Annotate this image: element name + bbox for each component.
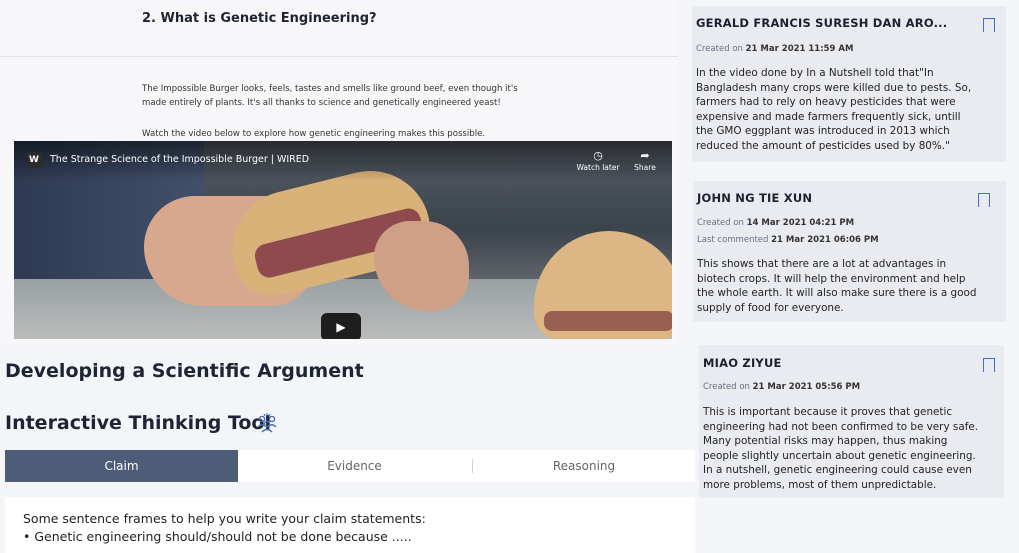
tool-heading: Interactive Thinking Tool [5,412,271,434]
tab-reasoning[interactable]: Reasoning [473,450,695,482]
comment-body: In the video done by In a Nutshell told … [696,67,972,152]
lesson-panel: 2. What is Genetic Engineering? The Impo… [0,0,678,345]
lesson-heading: 2. What is Genetic Engineering? [142,11,377,26]
comment-body: This shows that there are a lot at advan… [697,258,977,314]
claim-sentence-frame: • Genetic engineering should/should not … [23,529,412,544]
bookmark-icon[interactable] [983,18,995,32]
claim-intro: Some sentence frames to help you write y… [23,511,426,526]
comment-body: This is important because it proves that… [703,406,979,491]
argument-tabs: Claim Evidence Reasoning [5,450,695,482]
comment-author[interactable]: MIAO ZIYUE [703,356,782,370]
lesson-paragraph-line: The Impossible Burger looks, feels, tast… [142,84,518,94]
lesson-paragraph: Watch the video below to explore how gen… [142,129,486,139]
video-second-burger-filling [544,311,672,331]
play-icon: ▶ [336,320,346,334]
watch-later-label: Watch later [576,163,620,172]
thinking-people-icon [256,412,278,434]
comment-created: Created on 14 Mar 2021 04:21 PM [697,218,855,228]
comment-author[interactable]: GERALD FRANCIS SURESH DAN ARO... [696,16,947,30]
share-label: Share [634,163,656,172]
play-button[interactable]: ▶ [321,313,361,339]
tab-evidence[interactable]: Evidence [238,450,471,482]
tab-claim[interactable]: Claim [5,450,238,482]
channel-logo[interactable]: W [26,152,42,168]
divider [0,56,678,57]
comment-card[interactable]: MIAO ZIYUE Created on 21 Mar 2021 05:56 … [699,345,1004,498]
comment-created: Created on 21 Mar 2021 11:59 AM [696,44,854,54]
comment-last-commented: Last commented 21 Mar 2021 06:06 PM [697,235,879,245]
share-arrow-icon: ➦ [640,149,650,162]
share-button[interactable]: ➦ Share [615,149,672,172]
claim-panel: Some sentence frames to help you write y… [5,497,695,553]
comment-card[interactable]: GERALD FRANCIS SURESH DAN ARO... Created… [692,6,1006,162]
comment-created: Created on 21 Mar 2021 05:56 PM [703,382,861,392]
video-title[interactable]: The Strange Science of the Impossible Bu… [50,154,309,165]
comment-author[interactable]: JOHN NG TIE XUN [697,191,812,205]
bookmark-icon[interactable] [978,193,990,207]
comment-card[interactable]: JOHN NG TIE XUN Created on 14 Mar 2021 0… [693,181,1006,322]
section-heading: Developing a Scientific Argument [5,360,364,382]
video-player[interactable]: W The Strange Science of the Impossible … [14,141,672,339]
lesson-paragraph-line: made entirely of plants. It's all thanks… [142,98,501,108]
bookmark-icon[interactable] [983,358,995,372]
